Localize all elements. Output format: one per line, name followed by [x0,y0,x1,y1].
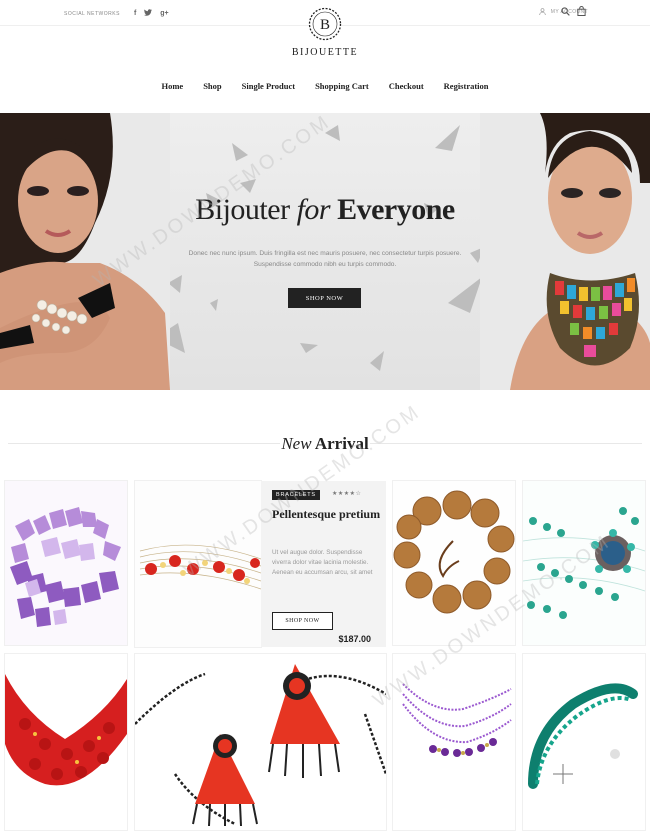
nav-item-home[interactable]: Home [161,81,183,91]
nav-item-shop[interactable]: Shop [203,81,221,91]
hero-title-bold: Everyone [337,193,455,226]
product-image-turquoise-ring-necklace [523,481,645,645]
product-tile[interactable] [135,481,261,647]
section-title-new-arrival: New Arrival [0,434,650,454]
nav-item-registration[interactable]: Registration [444,81,489,91]
product-tile[interactable] [523,654,645,830]
google-plus-icon[interactable]: g+ [160,10,168,17]
cart-icon[interactable] [577,6,586,16]
main-nav: Home Shop Single Product Shopping Cart C… [0,81,650,91]
logo-badge[interactable]: B [308,7,342,41]
hero-title: Bijouter for Everyone [0,193,650,227]
nav-item-checkout[interactable]: Checkout [389,81,424,91]
section-title-italic: New [281,434,312,453]
section-title-bold: Arrival [314,434,369,453]
hero-model-right-image [480,113,650,390]
product-tile[interactable] [5,654,127,830]
product-shop-now-button[interactable]: SHOP NOW [272,612,333,630]
hero-shop-now-button[interactable]: SHOP NOW [288,288,361,308]
category-badge[interactable]: BRACELETS [272,490,320,500]
product-image-wooden-bead-bracelet [393,481,515,645]
product-image-red-bead-wire-necklace [135,481,261,647]
product-tile[interactable] [393,654,515,830]
logo-monogram: B [320,17,330,33]
nav-item-single-product[interactable]: Single Product [242,81,295,91]
brand-name[interactable]: BIJOUETTE [0,47,650,58]
product-tile[interactable] [393,481,515,645]
product-description: Ut vel augue dolor. Suspendisse viverra … [272,549,373,576]
hero-model-left-image [0,113,170,390]
product-image-purple-crystal-bracelet [5,481,127,645]
social-networks: SOCIAL NETWORKS f g+ [64,9,169,18]
product-tile[interactable] [135,654,386,830]
twitter-icon[interactable] [144,9,153,18]
hero-description: Donec nec nunc ipsum. Duis fringilla est… [188,250,462,268]
rating-stars-icon: ★★★★☆ [332,491,362,497]
nav-item-shopping-cart[interactable]: Shopping Cart [315,81,369,91]
hero-title-italic: for [296,193,331,226]
product-tile[interactable] [5,481,127,645]
search-icon[interactable] [561,7,570,16]
product-image-green-rope-necklace [523,654,645,830]
product-tile[interactable] [523,481,645,645]
product-price: $187.00 [338,634,371,644]
featured-product-card[interactable]: BRACELETS ★★★★☆ Pellentesque pretium Ut … [261,481,386,647]
user-icon [539,8,546,15]
hero-banner: Bijouter for Everyone Donec nec nunc ips… [0,113,650,390]
product-image-red-bead-necklace [5,654,127,830]
facebook-icon[interactable]: f [134,10,136,17]
hero-title-regular: Bijouter [195,193,290,226]
logo-emblem-icon: B [308,7,342,41]
product-image-purple-bead-necklace [393,654,515,830]
social-networks-label: SOCIAL NETWORKS [64,10,120,17]
product-image-beaded-rose-earrings [135,654,386,830]
product-name[interactable]: Pellentesque pretium [272,507,382,522]
